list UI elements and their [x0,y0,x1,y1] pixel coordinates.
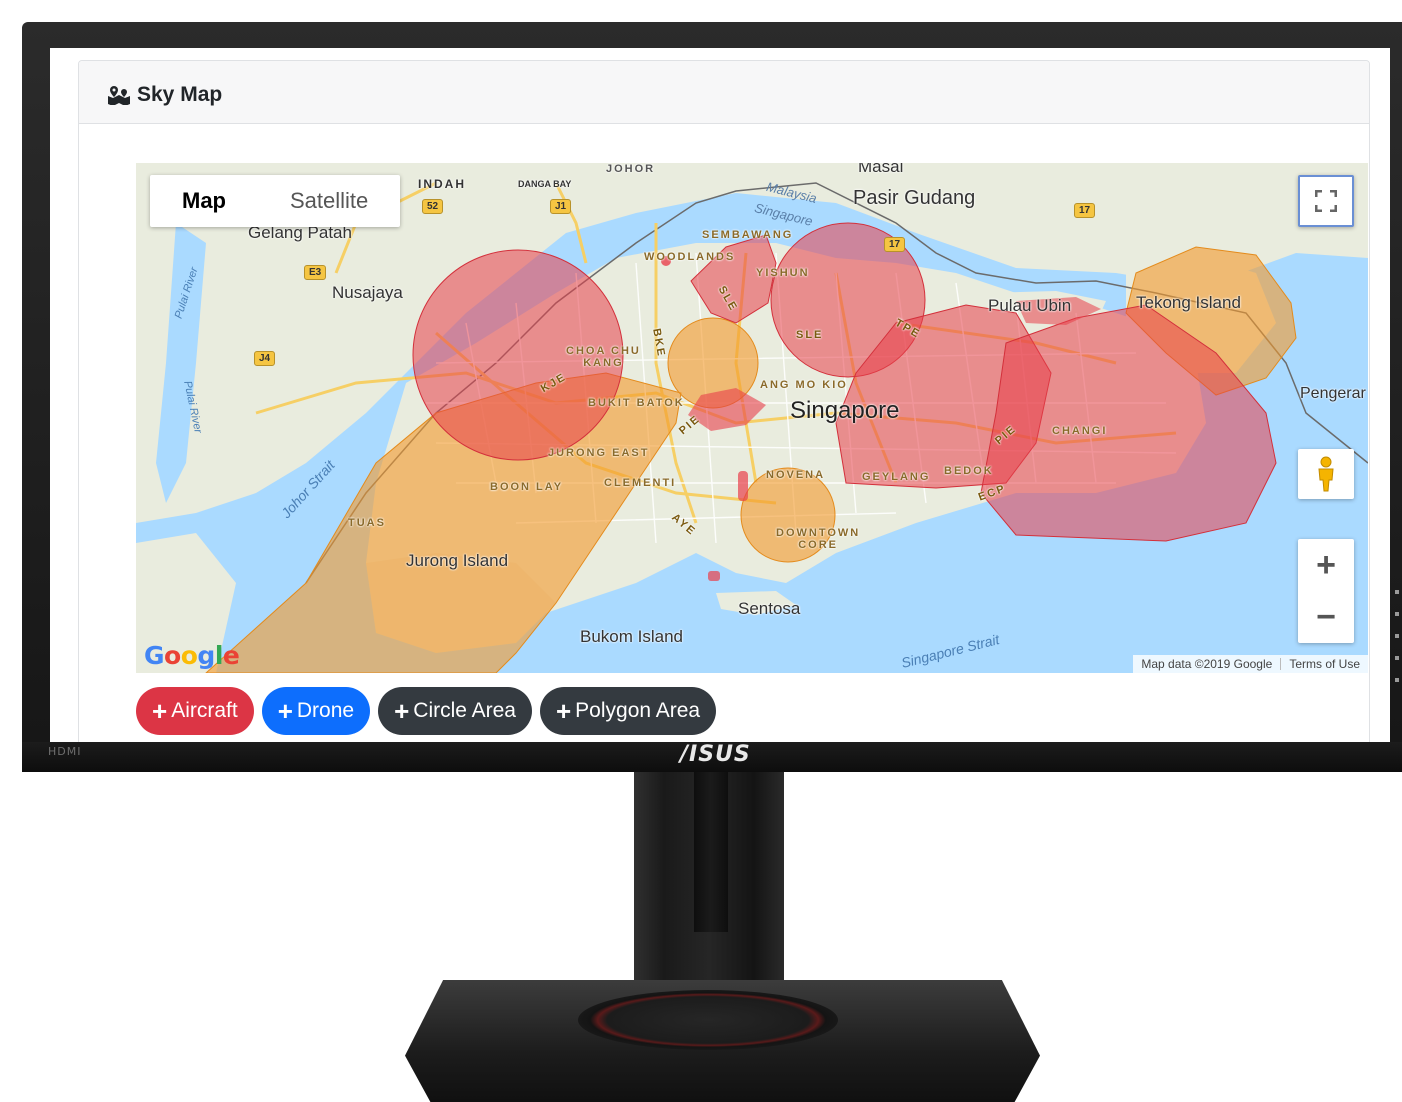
map-type-map-button[interactable]: Map [150,175,258,227]
place-danga-bay: DANGA BAY [518,179,572,189]
add-aircraft-label: Aircraft [171,699,238,722]
add-drone-label: Drone [296,699,355,722]
road-shield-17b: 17 [884,237,906,252]
map-data-credit: Map data ©2019 Google [1141,657,1273,671]
monitor-side-buttons [1395,590,1399,710]
add-drone-button[interactable]: + Drone [261,687,371,735]
place-boon-lay: BOON LAY [490,481,564,493]
place-jurong-island: Jurong Island [406,551,509,570]
place-bukit-batok: BUKIT BATOK [588,397,685,409]
terms-of-use-link[interactable]: Terms of Use [1281,657,1368,671]
place-singapore: Singapore [790,397,900,424]
pegman-icon [1318,456,1334,492]
monitor-brand-logo: /ISUS [680,742,751,767]
screen: Sky Map Masai Pasir Gudang Gelang Patah … [50,48,1390,742]
place-masai: Masai [858,163,904,176]
card-title-text: Sky Map [137,83,223,106]
zoom-out-button[interactable]: − [1298,591,1354,643]
monitor-stand-ring [578,990,838,1050]
place-novena: NOVENA [766,469,826,481]
road-shield-j1: J1 [550,199,572,214]
place-woodlands: WOODLANDS [644,251,736,263]
road-shield-j4: J4 [254,351,276,366]
card-title: Sky Map [107,83,222,107]
place-indah: INDAH [418,177,466,191]
sky-map-card: Sky Map Masai Pasir Gudang Gelang Patah … [78,60,1370,742]
map-type-control: Map Satellite [150,175,401,227]
place-ang-mo-kio: ANG MO KIO [760,379,848,391]
place-sembawang: SEMBAWANG [702,229,794,241]
fullscreen-button[interactable] [1298,175,1354,227]
place-clementi: CLEMENTI [604,477,677,489]
fullscreen-icon [1315,190,1337,212]
road-sle-2: SLE [796,329,824,341]
zoom-control: + − [1298,539,1354,643]
place-tuas: TUAS [348,517,386,529]
place-bedok: BEDOK [944,465,994,477]
place-geylang: GEYLANG [862,471,931,483]
monitor-stand-slot [694,772,728,932]
plus-icon: + [555,696,572,726]
add-circle-area-label: Circle Area [413,699,516,722]
restricted-zone-small-3 [708,571,720,581]
road-shield-52: 52 [422,199,444,214]
place-johor: JOHOR [606,163,656,175]
street-view-pegman-button[interactable] [1298,449,1354,499]
place-choa-chu-kang: CHOA CHU KANG [566,345,641,369]
map-pin-icon [108,86,130,105]
add-aircraft-button[interactable]: + Aircraft [136,687,254,735]
place-pengerang: Pengerar [1300,385,1366,402]
place-jurong-east: JURONG EAST [548,447,650,459]
place-yishun: YISHUN [756,267,810,279]
plus-icon: + [152,696,168,726]
place-nusajaya: Nusajaya [332,283,403,302]
place-tekong-island: Tekong Island [1136,293,1241,312]
place-pulau-ubin: Pulau Ubin [988,296,1072,315]
google-logo[interactable]: Google [144,641,240,670]
place-pasir-gudang: Pasir Gudang [853,187,976,209]
place-bukom-island: Bukom Island [580,627,683,646]
place-changi: CHANGI [1052,425,1108,437]
map-attribution: Map data ©2019 Google Terms of Use [1133,655,1368,673]
hdmi-label: HDMI [48,745,82,758]
card-header: Sky Map [79,61,1369,124]
map-type-satellite-button[interactable]: Satellite [258,175,400,227]
road-shield-e3: E3 [304,265,327,280]
road-shield-17a: 17 [1074,203,1096,218]
place-sentosa: Sentosa [738,599,801,618]
restricted-zone-small-2 [738,471,748,501]
plus-icon: + [394,696,410,726]
add-circle-area-button[interactable]: + Circle Area [378,687,532,735]
zoom-in-button[interactable]: + [1298,539,1354,591]
action-buttons: + Aircraft + Drone + Circle Area + Polyg… [136,687,717,735]
map-view[interactable]: Masai Pasir Gudang Gelang Patah Nusajaya… [136,163,1368,673]
add-polygon-area-button[interactable]: + Polygon Area [539,687,717,735]
add-polygon-area-label: Polygon Area [575,699,701,722]
place-downtown-core: DOWNTOWN CORE [776,527,861,551]
plus-icon: + [277,696,293,726]
